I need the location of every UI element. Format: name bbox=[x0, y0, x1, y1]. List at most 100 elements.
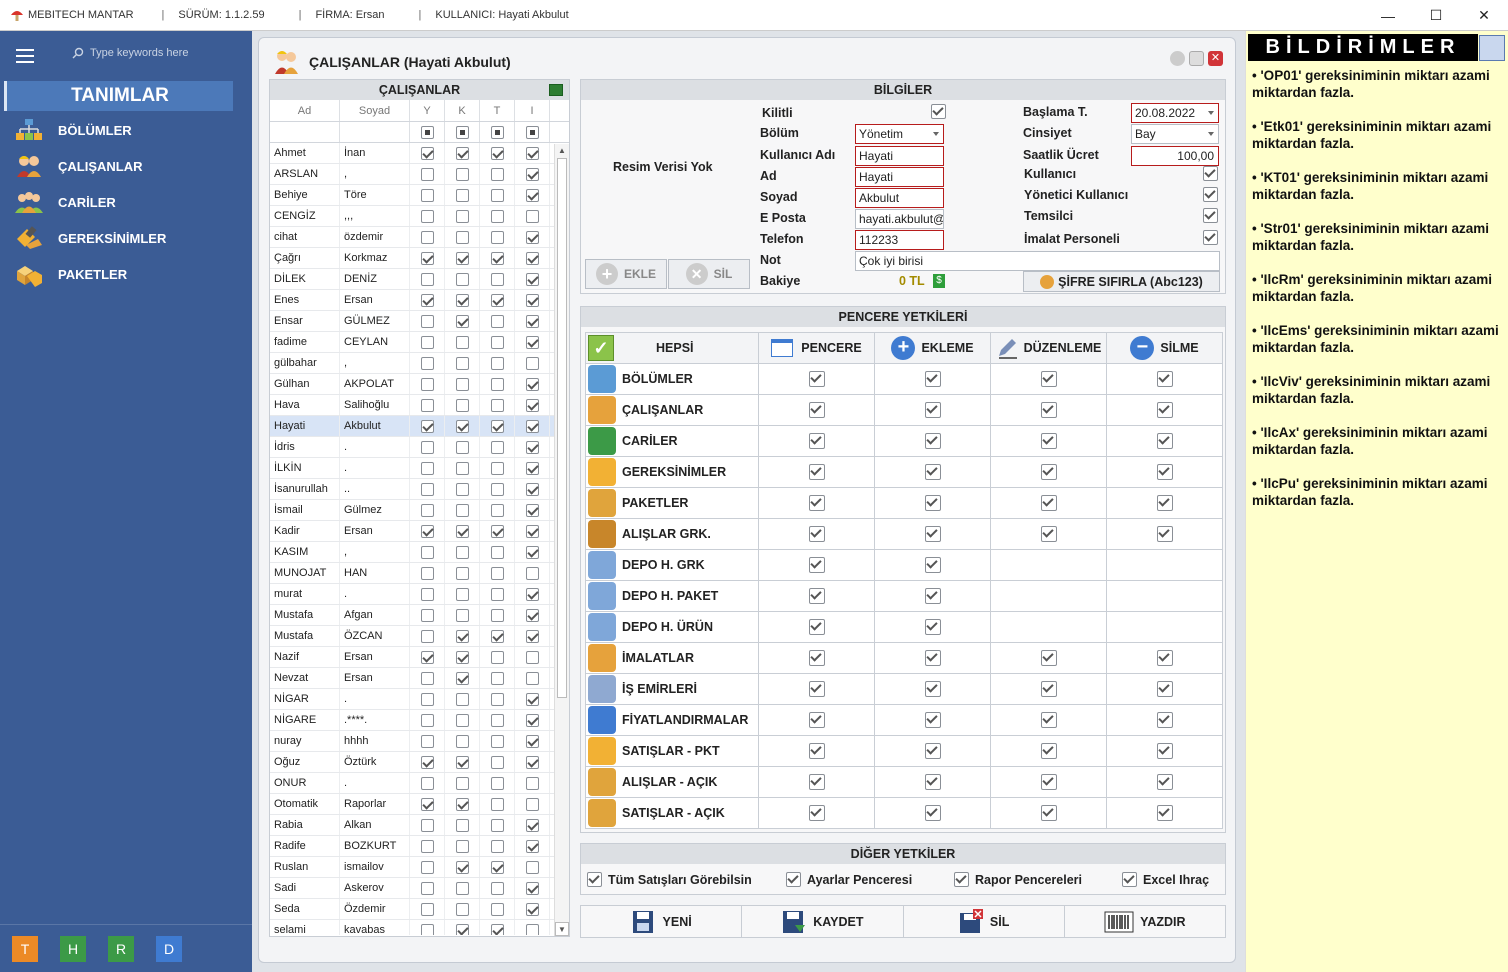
delete-image-button[interactable]: ✕ SİL bbox=[668, 259, 750, 289]
table-row[interactable]: Oğuz Öztürk bbox=[270, 752, 555, 773]
checkbox-i[interactable] bbox=[525, 377, 539, 391]
checkbox-k[interactable] bbox=[455, 335, 469, 349]
sidebar-item-calisanlar[interactable]: ÇALIŞANLAR bbox=[14, 151, 143, 181]
checkbox-t[interactable] bbox=[490, 776, 504, 790]
permission-checkbox-pencere[interactable] bbox=[808, 743, 825, 759]
permission-checkbox-ekleme[interactable] bbox=[924, 464, 941, 480]
checkbox-k[interactable] bbox=[455, 461, 469, 475]
excel-export-icon[interactable] bbox=[549, 84, 563, 96]
checkbox-i[interactable] bbox=[525, 167, 539, 181]
notification-item[interactable]: • 'Str01' gereksiniminin miktarı azami m… bbox=[1252, 220, 1502, 254]
scroll-down-icon[interactable]: ▼ bbox=[555, 922, 569, 936]
checkbox-k[interactable] bbox=[455, 524, 469, 538]
checkbox-i[interactable] bbox=[525, 671, 539, 685]
checkbox-t[interactable] bbox=[490, 566, 504, 580]
print-button[interactable]: YAZDIR bbox=[1065, 906, 1225, 937]
checkbox-k[interactable] bbox=[455, 734, 469, 748]
col-i[interactable]: I bbox=[515, 100, 550, 121]
checkbox-y[interactable] bbox=[420, 251, 434, 265]
note-field[interactable]: Çok iyi birisi bbox=[855, 251, 1220, 271]
checkbox-y[interactable] bbox=[420, 608, 434, 622]
checkbox-y[interactable] bbox=[420, 860, 434, 874]
permission-checkbox-silme[interactable] bbox=[1156, 743, 1173, 759]
checkbox-t[interactable] bbox=[490, 272, 504, 286]
checkbox-k[interactable] bbox=[455, 377, 469, 391]
checkbox-t[interactable] bbox=[490, 440, 504, 454]
table-row[interactable]: Nazif Ersan bbox=[270, 647, 555, 668]
permission-checkbox-pencere[interactable] bbox=[808, 712, 825, 728]
reset-password-button[interactable]: ŞİFRE SIFIRLA (Abc123) bbox=[1023, 271, 1220, 292]
table-row[interactable]: ONUR. bbox=[270, 773, 555, 794]
checkbox-k[interactable] bbox=[455, 482, 469, 496]
checkbox-y[interactable] bbox=[420, 503, 434, 517]
checkbox-y[interactable] bbox=[420, 293, 434, 307]
table-row[interactable]: Sadi Askerov bbox=[270, 878, 555, 899]
permission-checkbox-ekleme[interactable] bbox=[924, 433, 941, 449]
permission-checkbox-silme[interactable] bbox=[1156, 681, 1173, 697]
filter-y[interactable] bbox=[410, 122, 445, 142]
representative-checkbox[interactable] bbox=[1203, 208, 1218, 223]
table-row[interactable]: Kadir Ersan bbox=[270, 521, 555, 542]
checkbox-i[interactable] bbox=[525, 839, 539, 853]
table-row[interactable]: İsanurullah.. bbox=[270, 479, 555, 500]
checkbox-y[interactable] bbox=[420, 524, 434, 538]
checkbox-y[interactable] bbox=[420, 398, 434, 412]
checkbox-y[interactable] bbox=[420, 839, 434, 853]
permission-checkbox-ekleme[interactable] bbox=[924, 371, 941, 387]
permission-checkbox-ekleme[interactable] bbox=[924, 712, 941, 728]
form-close-icon[interactable]: ✕ bbox=[1208, 51, 1223, 66]
permission-checkbox-silme[interactable] bbox=[1156, 402, 1173, 418]
permission-checkbox-duzenleme[interactable] bbox=[1040, 464, 1057, 480]
table-row[interactable]: İdris. bbox=[270, 437, 555, 458]
filter-i[interactable] bbox=[515, 122, 550, 142]
checkbox-k[interactable] bbox=[455, 923, 469, 935]
checkbox-t[interactable] bbox=[490, 230, 504, 244]
checkbox-k[interactable] bbox=[455, 440, 469, 454]
checkbox-k[interactable] bbox=[455, 167, 469, 181]
checkbox-t[interactable] bbox=[490, 461, 504, 475]
checkbox-k[interactable] bbox=[455, 713, 469, 727]
checkbox-k[interactable] bbox=[455, 293, 469, 307]
checkbox-k[interactable] bbox=[455, 272, 469, 286]
table-row[interactable]: Hava Salihoğlu bbox=[270, 395, 555, 416]
checkbox-i[interactable] bbox=[525, 398, 539, 412]
permission-checkbox-pencere[interactable] bbox=[808, 650, 825, 666]
checkbox-i[interactable] bbox=[525, 881, 539, 895]
checkbox-k[interactable] bbox=[455, 314, 469, 328]
checkbox-i[interactable] bbox=[525, 461, 539, 475]
permission-checkbox-ekleme[interactable] bbox=[924, 743, 941, 759]
permission-checkbox-duzenleme[interactable] bbox=[1040, 433, 1057, 449]
checkbox-k[interactable] bbox=[455, 650, 469, 664]
permission-checkbox-duzenleme[interactable] bbox=[1040, 650, 1057, 666]
checkbox-y[interactable] bbox=[420, 629, 434, 643]
col-silme[interactable]: − SİLME bbox=[1106, 332, 1223, 364]
checkbox-i[interactable] bbox=[525, 545, 539, 559]
checkbox-t[interactable] bbox=[490, 356, 504, 370]
checkbox-i[interactable] bbox=[525, 503, 539, 517]
production-staff-checkbox[interactable] bbox=[1203, 230, 1218, 245]
checkbox-k[interactable] bbox=[455, 146, 469, 160]
checkbox-i[interactable] bbox=[525, 650, 539, 664]
checkbox-k[interactable] bbox=[455, 419, 469, 433]
table-row[interactable]: fadime CEYLAN bbox=[270, 332, 555, 353]
checkbox-i[interactable] bbox=[525, 272, 539, 286]
checkbox-k[interactable] bbox=[455, 671, 469, 685]
checkbox-y[interactable] bbox=[420, 209, 434, 223]
checkbox-y[interactable] bbox=[420, 482, 434, 496]
col-t[interactable]: T bbox=[480, 100, 515, 121]
permission-checkbox-pencere[interactable] bbox=[808, 557, 825, 573]
checkbox-y[interactable] bbox=[420, 776, 434, 790]
checkbox-t[interactable] bbox=[490, 818, 504, 832]
email-field[interactable]: hayati.akbulut@ bbox=[855, 209, 944, 229]
checkbox-t[interactable] bbox=[490, 608, 504, 622]
permission-checkbox-pencere[interactable] bbox=[808, 464, 825, 480]
reports-permission[interactable]: Rapor Pencereleri bbox=[954, 872, 1082, 887]
permission-checkbox-silme[interactable] bbox=[1156, 433, 1173, 449]
checkbox-t[interactable] bbox=[490, 734, 504, 748]
checkbox-y[interactable] bbox=[420, 377, 434, 391]
checkbox-y[interactable] bbox=[420, 650, 434, 664]
table-row[interactable]: DİLEK DENİZ bbox=[270, 269, 555, 290]
checkbox-y[interactable] bbox=[420, 734, 434, 748]
checkbox-t[interactable] bbox=[490, 860, 504, 874]
checkbox-y[interactable] bbox=[420, 566, 434, 580]
